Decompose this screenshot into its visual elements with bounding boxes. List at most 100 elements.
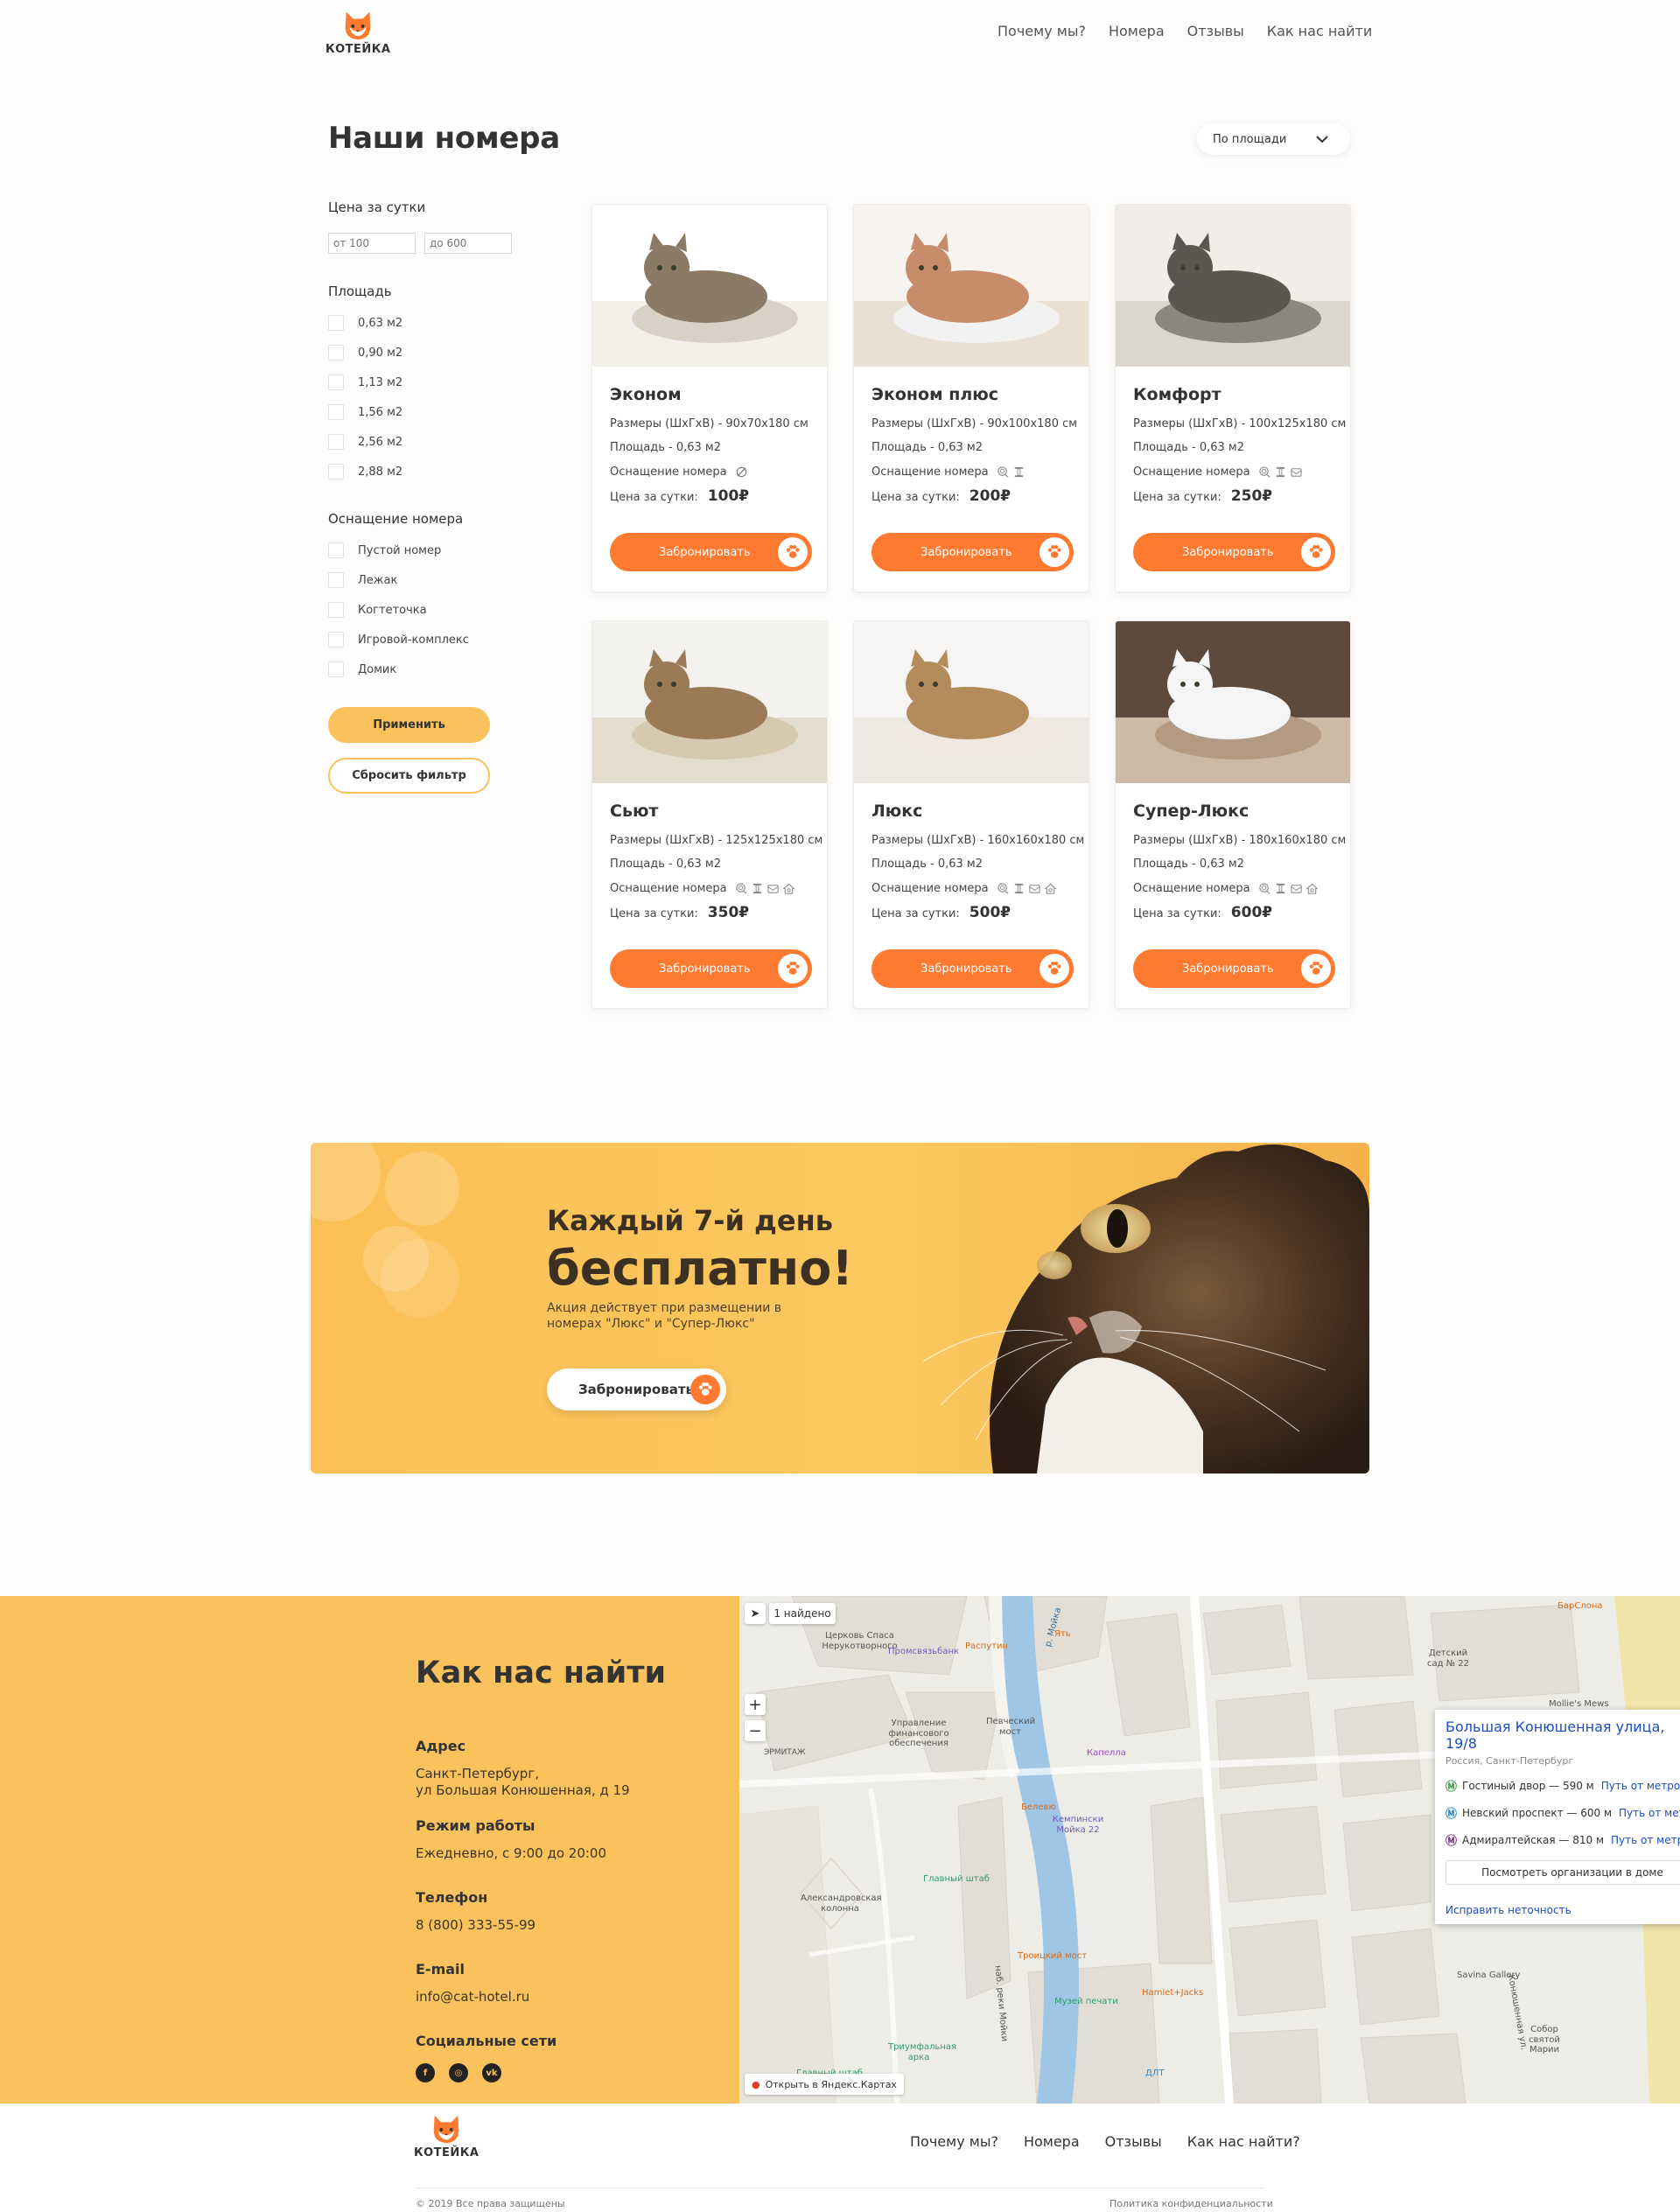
email-value[interactable]: info@cat-hotel.ru: [416, 1989, 529, 2006]
equipment-option[interactable]: Когтеточка: [328, 595, 538, 625]
sort-select[interactable]: По площади: [1197, 123, 1350, 155]
room-equipment: Оснащение номера: [1133, 882, 1333, 895]
metro-route-link[interactable]: Путь от метро: [1604, 1834, 1680, 1846]
privacy-policy-link[interactable]: Политика конфиденциальности: [1110, 2198, 1273, 2209]
equipment-option[interactable]: Лежак: [328, 565, 538, 595]
footer-nav-why-us[interactable]: Почему мы?: [910, 2133, 998, 2150]
paw-icon: [1301, 537, 1331, 567]
area-option[interactable]: 1,56 м2: [328, 397, 538, 427]
cat-face-photo: [922, 1144, 1369, 1474]
logo-text: КОТЕЙКА: [326, 43, 391, 56]
book-button[interactable]: Забронировать: [1133, 949, 1335, 988]
promo-line-1: Каждый 7-й день: [547, 1204, 833, 1237]
area-option[interactable]: 1,13 м2: [328, 368, 538, 397]
search-results-count[interactable]: 1 найдено: [769, 1603, 836, 1624]
room-photo: [592, 205, 827, 367]
zoom-in-button[interactable]: +: [745, 1694, 766, 1715]
site-footer: КОТЕЙКА Почему мы? Номера Отзывы Как нас…: [0, 2104, 1680, 2212]
footer-nav-reviews[interactable]: Отзывы: [1105, 2133, 1162, 2150]
metro-route-link[interactable]: Путь от метро: [1594, 1780, 1680, 1792]
book-button[interactable]: Забронировать: [872, 533, 1074, 571]
book-button[interactable]: Забронировать: [610, 533, 812, 571]
nav-why-us[interactable]: Почему мы?: [998, 23, 1086, 39]
footer-logo[interactable]: КОТЕЙКА: [414, 2112, 480, 2160]
equipment-icons: [735, 882, 795, 895]
zoom-out-button[interactable]: −: [745, 1720, 766, 1741]
checkbox[interactable]: [328, 542, 344, 558]
house-icon: [1044, 882, 1057, 895]
price-from-input[interactable]: [328, 233, 416, 254]
checkbox[interactable]: [328, 464, 344, 480]
reset-filter-button[interactable]: Сбросить фильтр: [328, 758, 490, 794]
area-option[interactable]: 2,88 м2: [328, 457, 538, 486]
house-icon: [1306, 882, 1319, 895]
scratcher-icon: [1012, 466, 1026, 479]
balloon-title[interactable]: Большая Конюшенная улица, 19/8: [1446, 1718, 1680, 1752]
checkbox[interactable]: [328, 632, 344, 648]
scratcher-icon: [1274, 466, 1287, 479]
nav-reviews[interactable]: Отзывы: [1187, 23, 1244, 39]
scratcher-icon: [751, 882, 764, 895]
footer-nav-rooms[interactable]: Номера: [1024, 2133, 1080, 2150]
price-label: Цена за сутки:: [1133, 491, 1222, 504]
room-card: Супер-Люкс Размеры (ШхГхВ) - 180х160х180…: [1115, 620, 1351, 1009]
equipment-label: Оснащение номера: [872, 882, 989, 895]
nav-find-us[interactable]: Как нас найти: [1267, 23, 1372, 39]
checkbox[interactable]: [328, 345, 344, 360]
area-option[interactable]: 2,56 м2: [328, 427, 538, 457]
map-poi-label: Управление финансового обеспечения: [888, 1718, 949, 1748]
promo-book-button[interactable]: Забронировать: [547, 1368, 726, 1410]
fix-inaccuracy-link[interactable]: Исправить неточность: [1446, 1904, 1680, 1916]
room-equipment: Оснащение номера: [1133, 466, 1333, 479]
bed-icon: [997, 882, 1010, 895]
room-size: Размеры (ШхГхВ) - 180х160х180 см: [1133, 834, 1347, 847]
geolocation-button[interactable]: ➤: [745, 1603, 766, 1624]
checkbox[interactable]: [328, 572, 344, 588]
promo-book-label: Забронировать: [578, 1382, 695, 1397]
metro-route-link[interactable]: Путь от метро: [1612, 1807, 1680, 1819]
checkbox[interactable]: [328, 374, 344, 390]
metro-name: Гостиный двор — 590 м: [1462, 1779, 1594, 1792]
paw-icon: [1301, 954, 1331, 984]
apply-filter-button[interactable]: Применить: [328, 707, 490, 743]
room-photo: [592, 621, 827, 783]
price-to-input[interactable]: [424, 233, 512, 254]
book-button[interactable]: Забронировать: [872, 949, 1074, 988]
map-poi-label: ДЛТ: [1145, 2068, 1165, 2078]
checkbox[interactable]: [328, 315, 344, 331]
room-price-line: Цена за сутки: 500₽: [872, 904, 1071, 921]
equipment-label: Оснащение номера: [1133, 882, 1250, 895]
nav-rooms[interactable]: Номера: [1109, 23, 1165, 39]
area-option[interactable]: 0,63 м2: [328, 308, 538, 338]
phone-value[interactable]: 8 (800) 333-55-99: [416, 1917, 536, 1934]
footer-nav-find-us[interactable]: Как нас найти?: [1187, 2133, 1300, 2150]
map-poi-label: Певческий мост: [986, 1717, 1036, 1737]
instagram-icon[interactable]: ◎: [449, 2063, 468, 2082]
empty-icon: [735, 466, 748, 479]
view-organizations-button[interactable]: Посмотреть организации в доме: [1446, 1860, 1680, 1885]
checkbox[interactable]: [328, 404, 344, 420]
facebook-icon[interactable]: f: [416, 2063, 435, 2082]
book-button-label: Забронировать: [659, 545, 751, 559]
map-pin-icon: ●: [752, 2078, 760, 2090]
area-option[interactable]: 0,90 м2: [328, 338, 538, 368]
open-in-yandex-maps-link[interactable]: ● Открыть в Яндекс.Картах: [745, 2074, 904, 2095]
book-button[interactable]: Забронировать: [1133, 533, 1335, 571]
map-poi-label: Главный штаб: [923, 1874, 990, 1884]
equipment-option[interactable]: Домик: [328, 654, 538, 684]
book-button[interactable]: Забронировать: [610, 949, 812, 988]
checkbox[interactable]: [328, 602, 344, 618]
site-logo[interactable]: КОТЕЙКА: [326, 9, 391, 56]
checkbox[interactable]: [328, 662, 344, 677]
room-photo: [1116, 621, 1350, 783]
price-filter-title: Цена за сутки: [328, 200, 426, 215]
yandex-map[interactable]: ➤ 1 найдено + − Церковь Спаса Нерукотвор…: [739, 1596, 1680, 2104]
price-label: Цена за сутки:: [872, 491, 960, 504]
checkbox[interactable]: [328, 434, 344, 450]
equipment-option[interactable]: Игровой-комплекс: [328, 625, 538, 654]
phone-block: Телефон 8 (800) 333-55-99: [416, 1889, 536, 1934]
vk-icon[interactable]: vk: [482, 2063, 501, 2082]
equipment-option[interactable]: Пустой номер: [328, 536, 538, 565]
filters-panel: Цена за сутки Площадь 0,63 м2 0,90 м2 1,…: [328, 200, 538, 684]
equipment-label: Оснащение номера: [610, 466, 727, 479]
